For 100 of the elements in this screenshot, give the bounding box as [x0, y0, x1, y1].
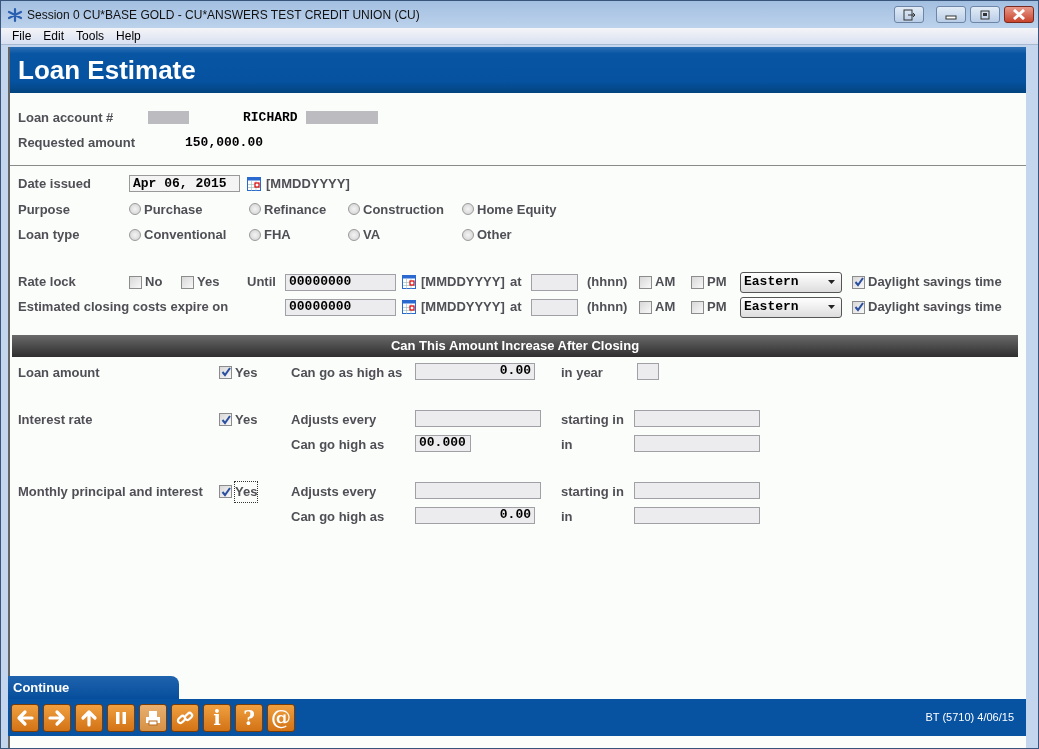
input-field[interactable]: 00.000: [415, 434, 471, 452]
timezone-dropdown[interactable]: Eastern: [740, 296, 842, 318]
field-label: Requested amount: [18, 133, 136, 152]
forward-arrow-icon: [48, 708, 66, 727]
checkbox[interactable]: [219, 485, 232, 499]
close-button[interactable]: [1004, 6, 1034, 23]
menu-item[interactable]: File: [12, 27, 32, 45]
menu-item[interactable]: Tools: [76, 27, 105, 45]
option-label: Purchase: [144, 200, 203, 219]
option-label: AM: [655, 273, 676, 292]
date-field[interactable]: Apr 06, 2015: [129, 175, 240, 193]
window-title: Session 0 CU*BASE GOLD - CU*ANSWERS TEST CREDIT UNION (CU): [27, 6, 420, 24]
field-label: Adjusts every: [291, 483, 378, 501]
field-label: in year: [561, 363, 604, 382]
option-label: Refinance: [264, 200, 327, 219]
format-hint: [MMDDYYYY]: [421, 298, 506, 317]
checkbox[interactable]: [691, 300, 704, 314]
caret-icon: [828, 280, 835, 284]
radio-button[interactable]: [249, 228, 261, 241]
checkbox[interactable]: [691, 275, 704, 289]
radio-button[interactable]: [462, 228, 474, 241]
toolbar-button[interactable]: [107, 703, 135, 732]
toolbar-button[interactable]: [11, 703, 39, 732]
format-hint: [MMDDYYYY]: [266, 175, 350, 193]
continue-tab[interactable]: Continue: [8, 676, 179, 699]
toolbar-button[interactable]: [171, 703, 199, 732]
input-field[interactable]: [637, 362, 659, 380]
field-label: in: [561, 435, 574, 454]
input-field[interactable]: [634, 482, 760, 499]
menu-item[interactable]: Edit: [43, 27, 65, 45]
amount-value: 150,000.00: [185, 133, 263, 152]
calendar-icon[interactable]: [402, 275, 416, 289]
checkbox[interactable]: [129, 275, 142, 289]
member-name: RICHARD: [243, 109, 298, 127]
field-label: Can go high as: [291, 507, 386, 526]
input-field[interactable]: [634, 410, 760, 427]
field-label: Loan amount: [18, 363, 101, 382]
maximize-icon: [979, 9, 991, 20]
option-label: Other: [477, 226, 512, 244]
format-hint: [MMDDYYYY]: [421, 273, 506, 292]
maximize-button[interactable]: [970, 6, 1000, 23]
field-label: at: [510, 273, 523, 292]
app-logo-icon: [7, 6, 23, 23]
restore-app-button[interactable]: [894, 6, 924, 23]
field-label: Adjusts every: [291, 411, 378, 429]
status-text: BT (5710) 4/06/15: [925, 710, 1015, 726]
checkbox[interactable]: [639, 300, 652, 314]
page-title: Loan Estimate: [10, 47, 1026, 93]
menu-item[interactable]: Help: [116, 27, 141, 45]
date-field[interactable]: 00000000: [285, 298, 396, 316]
option-label: Daylight savings time: [868, 298, 1002, 317]
field-label: Can go high as: [291, 435, 386, 454]
date-field[interactable]: 00000000: [285, 273, 396, 291]
option-label: Home Equity: [477, 200, 557, 219]
option-label: Yes: [235, 363, 258, 382]
field-label: Purpose: [18, 200, 71, 219]
caret-icon: [828, 305, 835, 309]
option-label: Yes: [235, 411, 258, 429]
calendar-icon[interactable]: [402, 300, 416, 314]
field-label: Monthly principal and interest: [18, 483, 204, 501]
radio-button[interactable]: [348, 203, 360, 216]
calendar-icon[interactable]: [247, 176, 261, 191]
option-label: Conventional: [144, 226, 227, 244]
toolbar-button[interactable]: [75, 703, 103, 732]
radio-button[interactable]: [462, 203, 474, 216]
option-label: VA: [363, 226, 381, 244]
field-label: Rate lock: [18, 273, 77, 292]
checkbox[interactable]: [852, 300, 865, 314]
input-field[interactable]: [634, 434, 760, 452]
field-label: Estimated closing costs expire on: [18, 298, 230, 317]
checkbox[interactable]: [181, 275, 194, 289]
field-label: starting in: [561, 483, 625, 501]
input-field[interactable]: [634, 506, 760, 524]
option-label: No: [145, 273, 163, 292]
time-field[interactable]: [531, 273, 578, 291]
format-hint: (hhnn): [587, 273, 629, 292]
time-field[interactable]: [531, 298, 578, 316]
close-icon: [1012, 9, 1026, 20]
input-field[interactable]: 0.00: [415, 362, 535, 380]
back-arrow-icon: [16, 708, 34, 727]
checkbox[interactable]: [219, 413, 232, 427]
timezone-dropdown[interactable]: Eastern: [740, 271, 842, 293]
input-field[interactable]: 0.00: [415, 506, 535, 524]
radio-button[interactable]: [348, 228, 360, 241]
field-label: Can go as high as: [291, 363, 404, 382]
option-label: Yes: [235, 482, 258, 502]
checkbox[interactable]: [852, 275, 865, 289]
input-field[interactable]: [415, 410, 541, 427]
input-field[interactable]: [415, 482, 541, 499]
radio-button[interactable]: [249, 203, 261, 216]
checkbox[interactable]: [639, 275, 652, 289]
format-hint: (hhnn): [587, 298, 629, 317]
radio-button[interactable]: [129, 203, 141, 216]
toolbar-button[interactable]: [43, 703, 71, 732]
option-label: PM: [707, 298, 727, 317]
checkbox[interactable]: [219, 365, 232, 379]
radio-button[interactable]: [129, 228, 141, 241]
exit-icon: [902, 8, 916, 21]
field-label: starting in: [561, 411, 625, 429]
field-label: at: [510, 298, 523, 317]
